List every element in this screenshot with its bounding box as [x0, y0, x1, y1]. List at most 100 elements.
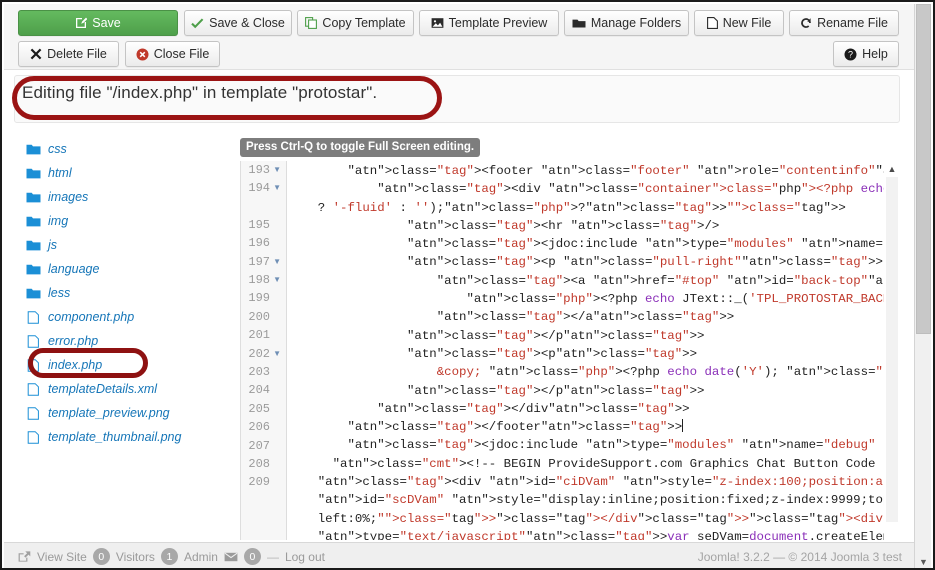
line-number: 198	[248, 273, 270, 287]
admin-badge: 1	[160, 548, 178, 565]
file-tree-item-error-php[interactable]: error.php	[26, 329, 226, 353]
file-tree-item-img[interactable]: img	[26, 209, 226, 233]
fold-toggle-icon[interactable]: ▼	[273, 348, 281, 360]
code-line: "atn">class="tag"><footer "atn">class="f…	[347, 164, 901, 178]
svg-text:?: ?	[848, 49, 853, 59]
folder-icon	[26, 215, 41, 228]
visitors-badge: 0	[92, 548, 110, 565]
new-file-button[interactable]: New File	[694, 10, 784, 36]
image-icon	[431, 17, 444, 29]
browser-scroll-thumb[interactable]	[916, 4, 931, 334]
line-number: 206	[248, 420, 270, 434]
delete-file-button[interactable]: Delete File	[18, 41, 119, 67]
fold-toggle-icon[interactable]: ▼	[273, 256, 281, 268]
close-file-button[interactable]: Close File	[125, 41, 220, 67]
code-line: "atn">class="tag"><a "atn">href="#top" "…	[436, 273, 900, 288]
file-tree-item-label: error.php	[48, 334, 99, 348]
line-number: 207	[248, 439, 270, 453]
rename-file-button[interactable]: Rename File	[789, 10, 899, 36]
file-tree-item-html[interactable]: html	[26, 161, 226, 185]
code-line: "atn">class="tag"><div "atn">class="cont…	[377, 182, 900, 197]
circle-x-icon	[136, 48, 149, 61]
file-icon	[26, 406, 41, 420]
editor-scrollbar[interactable]: ▲	[884, 161, 900, 540]
visitors-label: Visitors	[115, 549, 155, 564]
fold-toggle-icon[interactable]: ▼	[273, 274, 281, 286]
browser-scrollbar[interactable]: ▼	[914, 4, 932, 568]
line-number: 193	[248, 163, 270, 177]
file-icon	[26, 334, 41, 348]
line-number: 194	[248, 181, 270, 195]
folder-icon	[26, 191, 41, 204]
file-tree-item-label: img	[48, 214, 69, 228]
code-line: "atn">class="tag"><jdoc:include "atn">ty…	[347, 438, 901, 453]
file-tree-item-index-php[interactable]: index.php	[26, 353, 226, 377]
code-line: "atn">class="tag"></div"atn">class="tag"…	[377, 401, 690, 416]
folder-icon	[572, 18, 586, 29]
line-number: 201	[248, 328, 270, 342]
browser-page: Save Save & Close Copy Template Template…	[0, 0, 935, 570]
fold-toggle-icon[interactable]: ▼	[273, 182, 281, 194]
save-button[interactable]: Save	[18, 10, 178, 36]
code-line: "atn">class="tag"><jdoc:include "atn">ty…	[406, 237, 900, 252]
file-tree-item-language[interactable]: language	[26, 257, 226, 281]
code-line: &copy; "atn">class="php"><?php echo date…	[436, 365, 900, 380]
code-line: "atn">class="tag"></p"atn">class="tag">>	[406, 383, 705, 398]
status-bar: View Site 0 Visitors 1 Admin 0 — Log out…	[4, 542, 918, 568]
file-tree-item-less[interactable]: less	[26, 281, 226, 305]
scroll-up-arrow[interactable]: ▲	[884, 162, 900, 176]
save-pencil-icon	[75, 17, 88, 29]
file-tree-item-label: component.php	[48, 310, 135, 324]
line-number: 196	[248, 236, 270, 250]
line-number: 197	[248, 255, 270, 269]
x-mark-icon	[30, 48, 42, 60]
file-tree-item-label: language	[48, 262, 100, 276]
browser-scroll-down-arrow[interactable]: ▼	[915, 554, 932, 568]
copyright-text: Joomla! 3.2.2 — © 2014 Joomla 3 test	[697, 549, 902, 564]
code-line: "atn">class="cmt"><!-- BEGIN ProvideSupp…	[332, 456, 900, 471]
file-icon	[26, 358, 41, 372]
template-preview-button[interactable]: Template Preview	[419, 10, 559, 36]
file-tree-item-template-thumbnail-png[interactable]: template_thumbnail.png	[26, 425, 226, 449]
code-line: "atn">class="tag"></p"atn">class="tag">>	[406, 328, 705, 343]
file-tree-item-label: template_thumbnail.png	[48, 430, 182, 444]
editor-scroll-track[interactable]	[886, 177, 898, 522]
fold-toggle-icon[interactable]: ▼	[273, 164, 281, 176]
help-button[interactable]: ? Help	[833, 41, 899, 67]
code-line: "atn">class="tag"></footer"atn">class="t…	[347, 419, 684, 435]
file-icon	[26, 382, 41, 396]
line-number: 202	[248, 347, 270, 361]
code-line: ? '-fluid' : '');"atn">class="php">?"atn…	[288, 200, 846, 215]
file-tree-item-template-preview-png[interactable]: template_preview.png	[26, 401, 226, 425]
file-tree-item-images[interactable]: images	[26, 185, 226, 209]
status-left-group: View Site 0 Visitors 1 Admin 0 — Log out	[18, 548, 325, 565]
file-tree-item-label: templateDetails.xml	[48, 382, 158, 396]
manage-folders-button[interactable]: Manage Folders	[564, 10, 689, 36]
save-close-button[interactable]: Save & Close	[184, 10, 292, 36]
editor-code-area[interactable]: "atn">class="tag"><footer "atn">class="f…	[288, 161, 901, 540]
file-tree-item-js[interactable]: js	[26, 233, 226, 257]
copy-template-label: Copy Template	[322, 16, 406, 30]
line-number: 204	[248, 383, 270, 397]
code-line: "atn">type="text/javascript""atn">class=…	[317, 529, 900, 540]
code-line: "atn">id="scDVam" "atn">style="display:i…	[317, 493, 900, 508]
folder-icon	[26, 263, 41, 276]
logout-link[interactable]: Log out	[285, 550, 325, 564]
view-site-link[interactable]: View Site	[37, 550, 87, 564]
file-tree-item-label: less	[48, 286, 71, 300]
rename-file-label: Rename File	[817, 16, 888, 30]
toolbar: Save Save & Close Copy Template Template…	[4, 4, 918, 70]
file-tree-item-label: css	[48, 142, 67, 156]
delete-file-label: Delete File	[47, 47, 107, 61]
file-tree-item-templatedetails-xml[interactable]: templateDetails.xml	[26, 377, 226, 401]
file-tree-item-css[interactable]: css	[26, 137, 226, 161]
toolbar-row-primary: Save Save & Close Copy Template Template…	[4, 10, 918, 38]
line-number: 209	[248, 475, 270, 489]
file-icon	[706, 17, 718, 29]
copy-template-button[interactable]: Copy Template	[297, 10, 414, 36]
file-tree-item-component-php[interactable]: component.php	[26, 305, 226, 329]
envelope-icon	[224, 552, 238, 562]
page-title: Editing file "/index.php" in template "p…	[22, 83, 378, 102]
code-editor[interactable]: 193 ▼ 194 ▼ 195 196 197 ▼ 198 ▼ 199 200 201 202 ▼ 203 20…	[240, 161, 900, 540]
toolbar-row-secondary: Delete File Close File ? Help	[4, 41, 918, 69]
